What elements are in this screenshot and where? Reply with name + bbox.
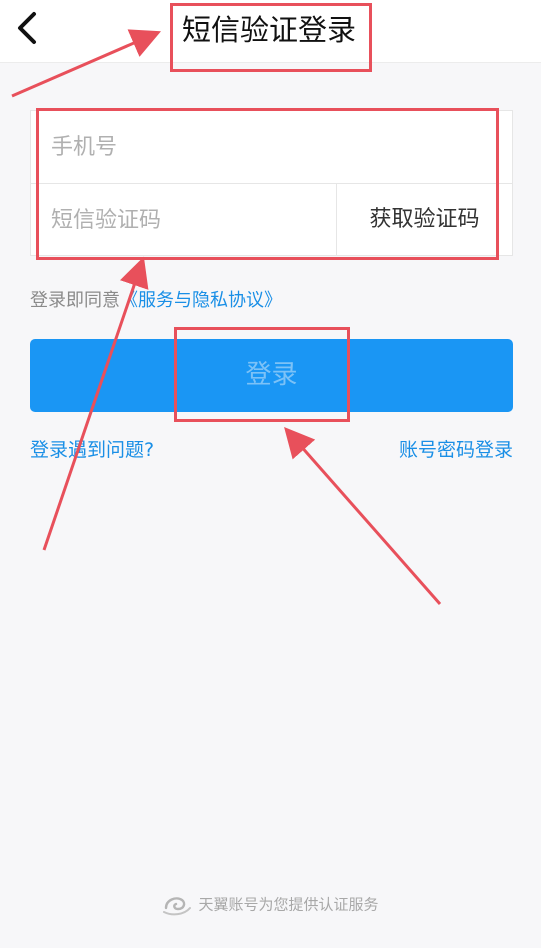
phone-row	[31, 111, 512, 184]
back-button[interactable]	[8, 8, 48, 48]
agreement-prefix: 登录即同意	[30, 290, 120, 311]
login-button[interactable]: 登录	[30, 339, 513, 412]
login-form: 获取验证码	[30, 110, 513, 256]
chevron-left-icon	[18, 12, 36, 44]
page-title: 短信验证登录	[182, 13, 357, 47]
sms-code-input[interactable]	[51, 184, 331, 256]
tianyi-logo-icon	[163, 896, 192, 915]
phone-input[interactable]	[51, 111, 491, 183]
code-row: 获取验证码	[31, 184, 512, 256]
header-bar: 短信验证登录	[0, 0, 541, 63]
login-help-link[interactable]: 登录遇到问题?	[30, 436, 154, 464]
privacy-agreement-link[interactable]: 《服务与隐私协议》	[120, 290, 282, 311]
agreement-text: 登录即同意《服务与隐私协议》	[30, 288, 282, 314]
footer-text: 天翼账号为您提供认证服务	[198, 895, 379, 914]
get-code-button[interactable]: 获取验证码	[336, 184, 512, 256]
password-login-link[interactable]: 账号密码登录	[399, 436, 513, 464]
footer: 天翼账号为您提供认证服务	[0, 890, 541, 918]
